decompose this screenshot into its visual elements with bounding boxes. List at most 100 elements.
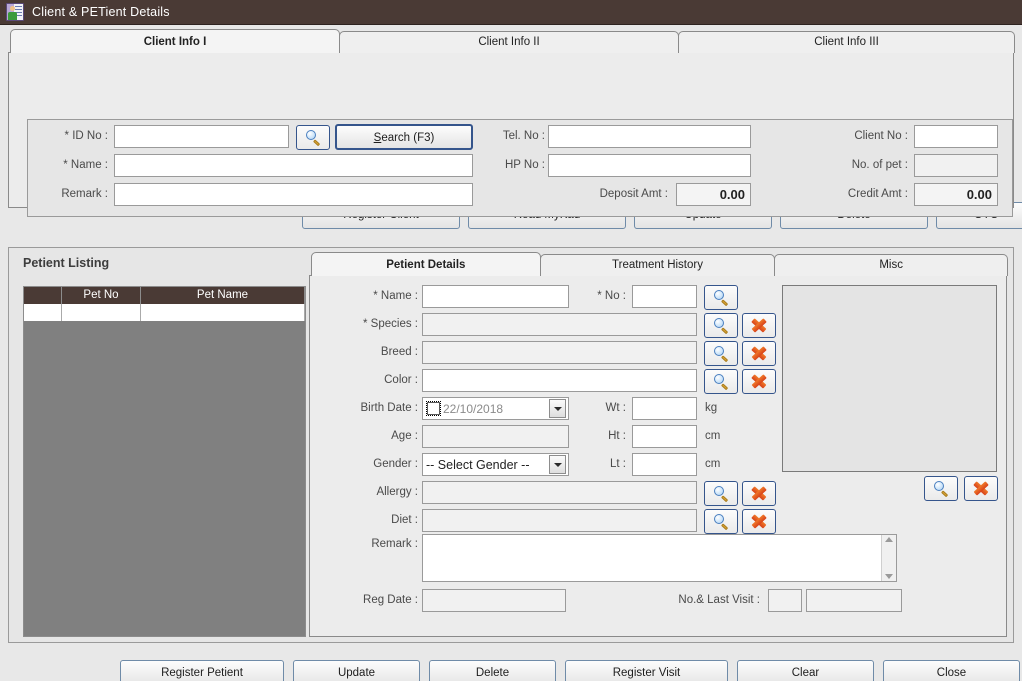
row-pet-no	[62, 304, 141, 321]
tab-misc[interactable]: Misc	[774, 254, 1008, 276]
pet-photo-browse-button[interactable]	[924, 476, 958, 501]
client-id-search-icon-button[interactable]	[296, 125, 330, 150]
tab-label: Treatment History	[612, 259, 703, 271]
petient-listing-group: Petient Listing Pet No Pet Name Petient …	[8, 247, 1014, 643]
pet-visit-last-value	[806, 589, 902, 612]
pet-breed-lookup-button[interactable]	[704, 341, 738, 366]
pet-birth-date-picker[interactable]: 22/10/2018	[422, 397, 569, 420]
tab-label: Client Info I	[143, 36, 207, 48]
row-marker	[24, 304, 62, 321]
table-row[interactable]	[24, 304, 305, 321]
client-deposit-amt-value: 0.00	[676, 183, 751, 206]
client-tel-no-label: Tel. No :	[502, 130, 545, 142]
pet-visit-label: No.& Last Visit :	[678, 594, 760, 606]
row-pet-name	[141, 304, 305, 321]
pet-lt-input[interactable]	[632, 453, 697, 476]
client-id-no-label: * ID No :	[64, 130, 108, 142]
orange-dart-icon	[752, 318, 767, 333]
pet-lt-label: Lt :	[610, 458, 626, 470]
scroll-up-icon[interactable]	[885, 537, 893, 542]
pet-remark-input[interactable]	[423, 535, 881, 581]
pet-color-lookup-button[interactable]	[704, 369, 738, 394]
client-id-no-input[interactable]	[114, 125, 289, 148]
register-petient-button[interactable]: Register Petient	[120, 660, 284, 681]
pet-breed-clear-button[interactable]	[742, 341, 776, 366]
magnifier-icon	[713, 318, 729, 335]
remark-scrollbar[interactable]	[881, 535, 896, 581]
tab-client-info-2[interactable]: Client Info II	[339, 31, 679, 53]
magnifier-icon	[713, 514, 729, 531]
pet-birth-date-label: Birth Date :	[360, 402, 418, 414]
tab-treatment-history[interactable]: Treatment History	[539, 254, 776, 276]
orange-dart-icon	[752, 486, 767, 501]
pet-breed-label: Breed :	[380, 346, 418, 358]
pet-species-lookup-button[interactable]	[704, 313, 738, 338]
pet-name-label: * Name :	[373, 290, 418, 302]
pet-no-lookup-button[interactable]	[704, 285, 738, 310]
pet-color-clear-button[interactable]	[742, 369, 776, 394]
tab-label: Petient Details	[386, 259, 466, 271]
pet-remark-field[interactable]	[422, 534, 897, 582]
scroll-down-icon[interactable]	[885, 574, 893, 579]
pet-ht-unit: cm	[705, 430, 721, 442]
pet-photo-clear-button[interactable]	[964, 476, 998, 501]
pet-diet-clear-button[interactable]	[742, 509, 776, 534]
petient-delete-button[interactable]: Delete	[429, 660, 556, 681]
client-fields-group: * ID No : Search (F3) * Name : Remark : …	[27, 119, 1013, 217]
chevron-down-icon[interactable]	[549, 455, 566, 474]
client-no-label: Client No :	[854, 130, 908, 142]
pet-ht-label: Ht :	[608, 430, 626, 442]
petient-listing-title: Petient Listing	[23, 256, 110, 270]
tab-label: Misc	[879, 259, 903, 271]
client-no-input[interactable]	[914, 125, 998, 148]
client-name-input[interactable]	[114, 154, 473, 177]
tab-petient-details[interactable]: Petient Details	[311, 252, 541, 276]
pet-reg-date-value	[422, 589, 566, 612]
magnifier-icon	[305, 130, 321, 147]
pet-color-input[interactable]	[422, 369, 697, 392]
client-remark-input[interactable]	[114, 183, 473, 206]
client-info-1-panel: * ID No : Search (F3) * Name : Remark : …	[8, 52, 1014, 217]
petient-action-buttons: Register Petient Update Delete Register …	[120, 660, 1020, 681]
client-credit-amt-value: 0.00	[914, 183, 998, 206]
pet-breed-value	[422, 341, 697, 364]
petient-listing-grid[interactable]: Pet No Pet Name	[23, 286, 306, 637]
client-hp-no-input[interactable]	[548, 154, 751, 177]
client-tel-no-input[interactable]	[548, 125, 751, 148]
pet-allergy-lookup-button[interactable]	[704, 481, 738, 506]
tab-client-info-1[interactable]: Client Info I	[10, 29, 340, 53]
birth-date-checkbox[interactable]	[426, 401, 441, 416]
client-tabstrip: Client Info I Client Info II Client Info…	[8, 29, 1015, 53]
pet-no-label: * No :	[597, 290, 626, 302]
pet-birth-date-value: 22/10/2018	[443, 401, 504, 416]
grid-header-row: Pet No Pet Name	[24, 287, 305, 304]
client-no-of-pet-value	[914, 154, 998, 177]
client-name-label: * Name :	[63, 159, 108, 171]
clear-button[interactable]: Clear	[737, 660, 874, 681]
pet-gender-select[interactable]: -- Select Gender --	[422, 453, 569, 476]
pet-diet-lookup-button[interactable]	[704, 509, 738, 534]
pet-diet-value	[422, 509, 697, 532]
register-visit-button[interactable]: Register Visit	[565, 660, 728, 681]
pet-gender-value: -- Select Gender --	[426, 457, 530, 472]
magnifier-icon	[713, 290, 729, 307]
client-search-button[interactable]: Search (F3)	[335, 124, 473, 150]
pet-wt-unit: kg	[705, 402, 718, 414]
pet-diet-label: Diet :	[391, 514, 418, 526]
pet-name-input[interactable]	[422, 285, 569, 308]
pet-no-input[interactable]	[632, 285, 697, 308]
pet-wt-input[interactable]	[632, 397, 697, 420]
pet-allergy-clear-button[interactable]	[742, 481, 776, 506]
client-hp-no-label: HP No :	[504, 159, 545, 171]
pet-photo-panel[interactable]	[782, 285, 997, 472]
chevron-down-icon[interactable]	[549, 399, 566, 418]
petient-update-button[interactable]: Update	[293, 660, 420, 681]
pet-species-value	[422, 313, 697, 336]
orange-dart-icon	[752, 514, 767, 529]
magnifier-icon	[713, 486, 729, 503]
tab-client-info-3[interactable]: Client Info III	[678, 31, 1015, 53]
close-button[interactable]: Close	[883, 660, 1020, 681]
pet-ht-input[interactable]	[632, 425, 697, 448]
client-credit-amt-label: Credit Amt :	[847, 188, 908, 200]
pet-species-clear-button[interactable]	[742, 313, 776, 338]
